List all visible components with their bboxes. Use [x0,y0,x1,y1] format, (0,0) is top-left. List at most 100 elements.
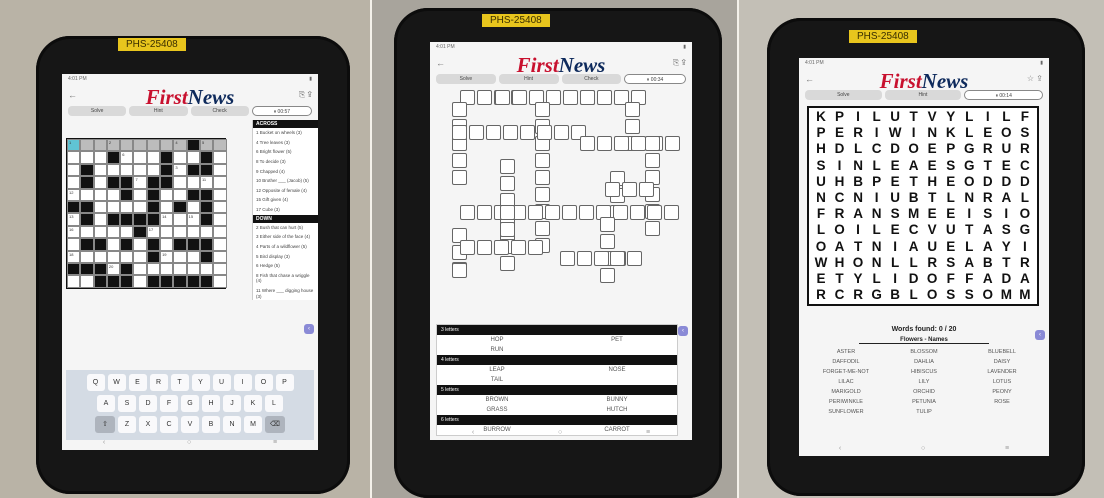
crossword-cell[interactable] [93,225,107,239]
wordfit-cell[interactable] [500,256,515,271]
wordsearch-letter[interactable]: C [1016,158,1034,174]
crossword-cell[interactable] [213,262,227,276]
wordsearch-letter[interactable]: I [868,125,886,141]
wordsearch-letter[interactable]: F [942,271,960,287]
wordfit-cell[interactable] [594,251,609,266]
wordsearch-letter[interactable]: N [849,190,867,206]
crossword-cell[interactable] [93,250,107,263]
wordfit-cell[interactable] [460,205,475,220]
wordsearch-letter[interactable]: T [979,158,997,174]
key-s[interactable]: S [118,395,136,412]
wordsearch-letter[interactable]: U [886,190,904,206]
crossword-cell[interactable] [186,225,200,239]
crossword-cell[interactable] [186,250,200,263]
share-icon[interactable]: ⎘ ⇪ [299,90,312,100]
crossword-cell[interactable]: 18 [67,250,81,263]
crossword-cell[interactable] [160,188,174,201]
wordsearch-letter[interactable]: O [923,287,941,303]
wordsearch-letter[interactable]: K [812,109,830,125]
key-w[interactable]: W [107,374,126,391]
nav-home-icon[interactable]: ○ [921,445,925,452]
wordsearch-letter[interactable]: O [979,287,997,303]
wordsearch-letter[interactable]: B [886,287,904,303]
wordsearch-letter[interactable]: U [812,174,830,190]
wordsearch-letter[interactable]: U [997,141,1015,157]
nav-back-icon[interactable]: ‹ [103,439,105,446]
crossword-cell[interactable]: 20 [106,262,121,276]
wordfit-cell[interactable] [627,251,642,266]
wordsearch-letter[interactable]: S [997,222,1015,238]
wordfit-cell[interactable] [528,205,543,220]
wordfit-cell[interactable] [645,136,660,151]
wordsearch-letter[interactable]: L [905,255,923,271]
wordsearch-letter[interactable]: S [979,206,997,222]
wordsearch-letter[interactable]: B [979,255,997,271]
crossword-cell[interactable] [106,250,121,263]
expand-tab-icon[interactable]: ‹ [678,326,688,336]
crossword-cell[interactable] [173,176,187,189]
wordfit-cell[interactable] [613,205,628,220]
key-h[interactable]: H [202,395,220,412]
crossword-cell[interactable] [80,275,94,288]
wordsearch-letter[interactable]: S [960,287,978,303]
crossword-cell[interactable] [186,200,200,214]
key-l[interactable]: L [265,395,283,412]
crossword-cell[interactable] [120,139,134,152]
crossword-cell[interactable] [80,139,94,152]
wordsearch-letter[interactable]: R [849,287,867,303]
wordsearch-letter[interactable]: E [886,222,904,238]
wordfit-cell[interactable] [645,153,660,168]
crossword-cell[interactable]: 16 [67,225,81,239]
wordsearch-letter[interactable]: W [812,255,830,271]
wordsearch-letter[interactable]: P [868,174,886,190]
crossword-cell[interactable] [213,139,227,152]
wordsearch-letter[interactable]: A [979,271,997,287]
wordsearch-letter[interactable]: O [849,255,867,271]
wordsearch-letter[interactable]: D [997,271,1015,287]
crossword-cell[interactable] [120,200,134,214]
wordfit-cell[interactable] [495,90,510,105]
crossword-cell[interactable] [133,200,147,214]
key-x[interactable]: X [139,416,157,433]
wordsearch-letter[interactable]: E [886,158,904,174]
crossword-cell[interactable] [173,188,187,201]
wordsearch-letter[interactable]: I [905,125,923,141]
wordsearch-letter[interactable]: E [942,239,960,255]
wordsearch-letter[interactable]: R [979,190,997,206]
wordsearch-letter[interactable]: L [868,271,886,287]
crossword-cell[interactable] [186,262,200,276]
wordfit-cell[interactable] [537,124,552,140]
crossword-cell[interactable] [133,262,147,276]
wordsearch-letter[interactable]: O [960,174,978,190]
nav-back-icon[interactable]: ‹ [472,429,474,436]
star-icon[interactable]: ☆ ⇪ [1027,74,1043,83]
wordsearch-letter[interactable]: T [905,174,923,190]
key-u[interactable]: U [212,374,231,391]
crossword-cell[interactable] [80,151,94,164]
nav-back-icon[interactable]: ‹ [839,445,841,452]
wordsearch-letter[interactable]: D [886,141,904,157]
wordsearch-letter[interactable]: A [979,239,997,255]
wordfit-cell[interactable] [477,239,492,255]
wordfit-cell[interactable] [500,159,515,174]
crossword-cell[interactable]: 2 [106,139,121,152]
crossword-cell[interactable] [213,238,227,251]
wordfit-cell[interactable] [622,182,637,197]
wordsearch-letter[interactable]: A [831,239,849,255]
wordsearch-letter[interactable]: O [831,222,849,238]
wordfit-cell[interactable] [647,205,662,220]
wordsearch-letter[interactable]: I [979,109,997,125]
wordfit-cell[interactable] [535,220,550,236]
wordsearch-letter[interactable]: Y [997,239,1015,255]
expand-tab-icon[interactable]: ‹ [1035,330,1045,340]
crossword-cell[interactable] [93,188,107,201]
wordsearch-letter[interactable]: L [868,109,886,125]
wordfit-cell[interactable] [500,205,515,220]
wordsearch-letter[interactable]: M [905,206,923,222]
wordsearch-letter[interactable]: E [923,158,941,174]
clue-item[interactable]: 5 Bird display (3) [253,252,318,262]
wordsearch-letter[interactable]: R [831,206,849,222]
wordfit-cell[interactable] [645,221,660,236]
wordsearch-letter[interactable]: M [1016,287,1034,303]
crossword-cell[interactable]: 12 [67,188,81,201]
